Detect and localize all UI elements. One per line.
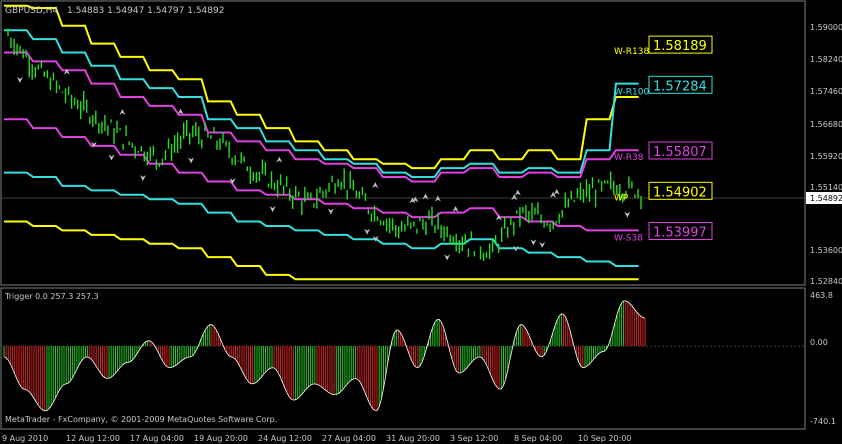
price-tick: 1.53600 <box>810 246 842 255</box>
time-axis: 9 Aug 2010 12 Aug 12:00 17 Aug 04:00 19 … <box>2 434 631 443</box>
indicator-tick: 0.00 <box>810 338 828 347</box>
level-name: W-R100 <box>614 87 649 97</box>
ohlc-readout: 1.54883 1.54947 1.54797 1.54892 <box>67 6 224 16</box>
level-price: 1.54902 <box>653 185 707 200</box>
time-tick: 9 Aug 2010 <box>2 434 48 443</box>
level-name: W-R38 <box>614 153 644 163</box>
level-price: 1.53997 <box>653 226 707 241</box>
time-tick: 17 Aug 04:00 <box>130 434 184 443</box>
price-tick: 1.58240 <box>810 55 842 64</box>
symbol-label: GBPUSD,H4 <box>5 6 58 16</box>
time-tick: 12 Aug 12:00 <box>66 434 120 443</box>
trading-chart[interactable]: W-R138 1.58189 W-R100 1.57284 W-R38 1.55807 WP… <box>0 0 842 444</box>
level-name: W-R138 <box>614 47 649 57</box>
price-tick: 1.57460 <box>810 87 842 96</box>
copyright-text: MetaTrader - FxCompany, © 2001-2009 Meta… <box>5 415 277 424</box>
time-tick: 19 Aug 20:00 <box>194 434 248 443</box>
time-tick: 24 Aug 12:00 <box>258 434 312 443</box>
price-tick: 1.55920 <box>810 152 842 161</box>
level-name: W-S38 <box>614 234 643 244</box>
time-tick: 27 Aug 04:00 <box>322 434 376 443</box>
level-name: WP <box>614 193 629 203</box>
level-price: 1.57284 <box>653 79 707 94</box>
level-price: 1.55807 <box>653 145 707 160</box>
time-tick: 3 Sep 12:00 <box>450 434 498 443</box>
price-tick: 1.59000 <box>810 23 842 32</box>
time-tick: 8 Sep 04:00 <box>514 434 562 443</box>
time-tick: 10 Sep 20:00 <box>578 434 631 443</box>
price-tick: 1.56680 <box>810 120 842 129</box>
indicator-tick: 463.8 <box>810 291 833 300</box>
level-price: 1.58189 <box>653 39 707 54</box>
time-tick: 31 Aug 20:00 <box>386 434 440 443</box>
indicator-tick: -740.1 <box>810 417 836 426</box>
indicator-label: Trigger 0.0 257.3 257.3 <box>4 292 99 301</box>
price-axis: 1.59000 1.58240 1.57460 1.56680 1.55920 … <box>806 23 842 286</box>
price-tick: 1.55140 <box>810 183 842 192</box>
current-price-label: 1.54892 <box>810 194 842 203</box>
indicator-axis: 463.8 0.00 -740.1 <box>810 291 836 426</box>
price-tick: 1.52840 <box>810 277 842 286</box>
